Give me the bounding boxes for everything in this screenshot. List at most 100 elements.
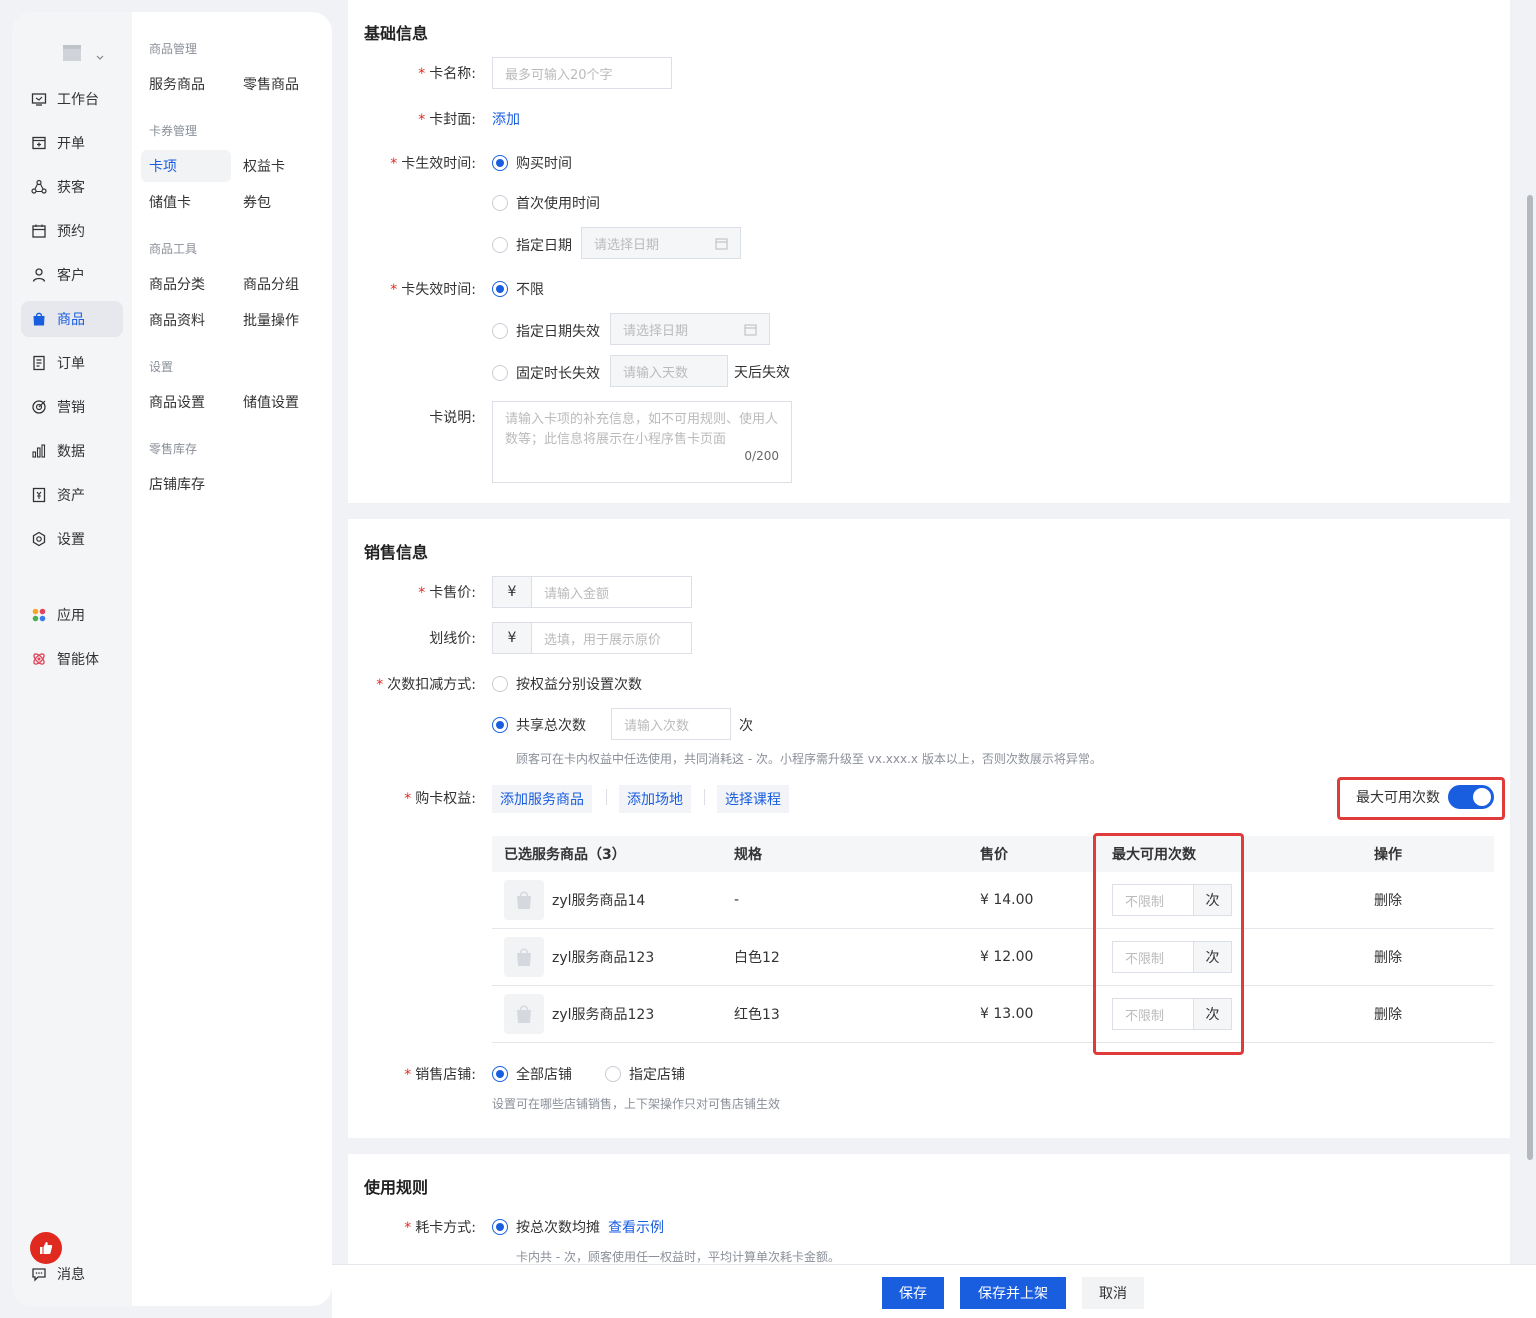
- nav-item-messages[interactable]: 消息: [21, 1256, 123, 1292]
- consume-option-average[interactable]: 按总次数均摊 查看示例: [492, 1217, 664, 1237]
- nav-item-settings[interactable]: 设置: [21, 521, 123, 557]
- agent-icon: [33, 653, 45, 665]
- group-title: 零售库存: [149, 442, 198, 456]
- field-label: * 购卡权益:: [404, 791, 476, 807]
- radio-checked[interactable]: [492, 155, 508, 171]
- max-times-input[interactable]: 不限制: [1112, 941, 1194, 973]
- nav-item-data[interactable]: 数据: [21, 433, 123, 469]
- nav-item-workbench[interactable]: 工作台: [21, 81, 123, 117]
- subnav-item-store-stock[interactable]: 店铺库存: [141, 468, 213, 500]
- card-description-textarea[interactable]: 请输入卡项的补充信息，如不可用规则、使用人数等；此信息将展示在小程序售卡页面 0…: [492, 401, 792, 483]
- footer-bar: 保存 保存并上架 取消: [332, 1264, 1536, 1318]
- max-times-toggle[interactable]: [1448, 785, 1494, 809]
- scrollbar[interactable]: [1527, 195, 1533, 1160]
- start-option-first-use[interactable]: 首次使用时间: [492, 193, 600, 213]
- save-and-publish-button[interactable]: 保存并上架: [960, 1277, 1066, 1309]
- strike-price-input[interactable]: 选填，用于展示原价: [532, 622, 692, 654]
- price-input[interactable]: 请输入金额: [532, 576, 692, 608]
- nav-item-orders[interactable]: 订单: [21, 345, 123, 381]
- required-mark: *: [404, 1067, 412, 1083]
- col-header-price: 售价: [980, 847, 1008, 863]
- nav-item-marketing[interactable]: 营销: [21, 389, 123, 425]
- divider: [704, 789, 705, 805]
- required-mark: *: [418, 66, 426, 82]
- delete-link[interactable]: 删除: [1374, 929, 1402, 985]
- select-course-button[interactable]: 选择课程: [717, 785, 789, 813]
- goods-cell: zyl服务商品123: [504, 986, 654, 1042]
- store-hint: 设置可在哪些店铺销售，上下架操作只对可售店铺生效: [492, 1097, 781, 1111]
- card-name-input[interactable]: 最多可输入20个字: [492, 57, 672, 89]
- price-cell: ¥ 14.00: [980, 892, 1034, 908]
- nav-label: 数据: [57, 444, 85, 460]
- add-service-goods-button[interactable]: 添加服务商品: [492, 785, 592, 813]
- end-date-picker[interactable]: 请选择日期: [610, 313, 770, 345]
- radio-checked[interactable]: [492, 1066, 508, 1082]
- start-option-purchase[interactable]: 购买时间: [492, 153, 572, 173]
- radio[interactable]: [605, 1066, 621, 1082]
- store-option-specific[interactable]: 指定店铺: [605, 1064, 685, 1084]
- section-title: 使用规则: [364, 1178, 429, 1197]
- nav-item-booking[interactable]: 预约: [21, 213, 123, 249]
- field-label: * 卡售价:: [418, 585, 476, 601]
- delete-link[interactable]: 删除: [1374, 986, 1402, 1042]
- field-label: * 次数扣减方式:: [376, 677, 476, 693]
- cancel-button[interactable]: 取消: [1082, 1277, 1144, 1309]
- price-cell: ¥ 12.00: [980, 949, 1034, 965]
- days-input[interactable]: 请输入天数: [610, 355, 728, 387]
- radio-checked[interactable]: [492, 1219, 508, 1235]
- nav-item-assets[interactable]: 资产: [21, 477, 123, 513]
- end-option-unlimited[interactable]: 不限: [492, 279, 544, 299]
- nav-item-acquire[interactable]: 获客: [21, 169, 123, 205]
- radio[interactable]: [492, 323, 508, 339]
- deduct-option-shared[interactable]: 共享总次数: [492, 715, 586, 735]
- subnav-item-stored-value-card[interactable]: 储值卡: [141, 186, 199, 218]
- radio[interactable]: [492, 365, 508, 381]
- total-times-input[interactable]: 请输入次数: [611, 708, 731, 740]
- subnav-item-category[interactable]: 商品分类: [141, 268, 213, 300]
- subnav-item-group[interactable]: 商品分组: [235, 268, 307, 300]
- view-example-link[interactable]: 查看示例: [608, 1217, 664, 1237]
- radio[interactable]: [492, 676, 508, 692]
- nav-item-apps[interactable]: 应用: [21, 597, 123, 633]
- subnav-item-service-goods[interactable]: 服务商品: [141, 68, 213, 100]
- store-logo-icon[interactable]: [62, 44, 82, 62]
- radio-checked[interactable]: [492, 717, 508, 733]
- radio[interactable]: [492, 237, 508, 253]
- max-times-input[interactable]: 不限制: [1112, 998, 1194, 1030]
- subnav-item-benefit-card[interactable]: 权益卡: [235, 150, 293, 182]
- end-option-duration[interactable]: 固定时长失效: [492, 363, 600, 383]
- group-title: 商品管理: [149, 42, 198, 56]
- group-title: 商品工具: [149, 242, 198, 256]
- start-option-date[interactable]: 指定日期: [492, 235, 572, 255]
- chevron-down-icon[interactable]: [96, 54, 104, 62]
- field-label: * 卡生效时间:: [390, 156, 476, 172]
- store-option-all[interactable]: 全部店铺: [492, 1064, 572, 1084]
- end-option-date[interactable]: 指定日期失效: [492, 321, 600, 341]
- document-icon: [33, 355, 45, 371]
- start-date-picker[interactable]: 请选择日期: [581, 227, 741, 259]
- subnav-item-coupon-pack[interactable]: 券包: [235, 186, 279, 218]
- delete-link[interactable]: 删除: [1374, 872, 1402, 928]
- add-venue-button[interactable]: 添加场地: [619, 785, 691, 813]
- nav-item-goods[interactable]: 商品: [21, 301, 123, 337]
- nav-label: 客户: [57, 268, 85, 284]
- subnav-item-goods-settings[interactable]: 商品设置: [141, 386, 213, 418]
- radio[interactable]: [492, 195, 508, 211]
- add-cover-link[interactable]: 添加: [492, 109, 520, 129]
- deduct-option-per-benefit[interactable]: 按权益分别设置次数: [492, 674, 642, 694]
- required-mark: *: [418, 112, 426, 128]
- subnav-item-retail-goods[interactable]: 零售商品: [235, 68, 307, 100]
- radio-checked[interactable]: [492, 281, 508, 297]
- subnav-item-value-settings[interactable]: 储值设置: [235, 386, 307, 418]
- subnav-item-card[interactable]: 卡项: [141, 150, 231, 182]
- save-button[interactable]: 保存: [882, 1277, 944, 1309]
- nav-item-agent[interactable]: 智能体: [21, 641, 123, 677]
- bag-icon: [33, 312, 45, 326]
- subnav-item-materials[interactable]: 商品资料: [141, 304, 213, 336]
- nav-item-customer[interactable]: 客户: [21, 257, 123, 293]
- max-times-input[interactable]: 不限制: [1112, 884, 1194, 916]
- subnav-item-batch[interactable]: 批量操作: [235, 304, 307, 336]
- acquire-icon: [31, 179, 47, 194]
- nav-item-order-create[interactable]: 开单: [21, 125, 123, 161]
- required-mark: *: [404, 791, 412, 807]
